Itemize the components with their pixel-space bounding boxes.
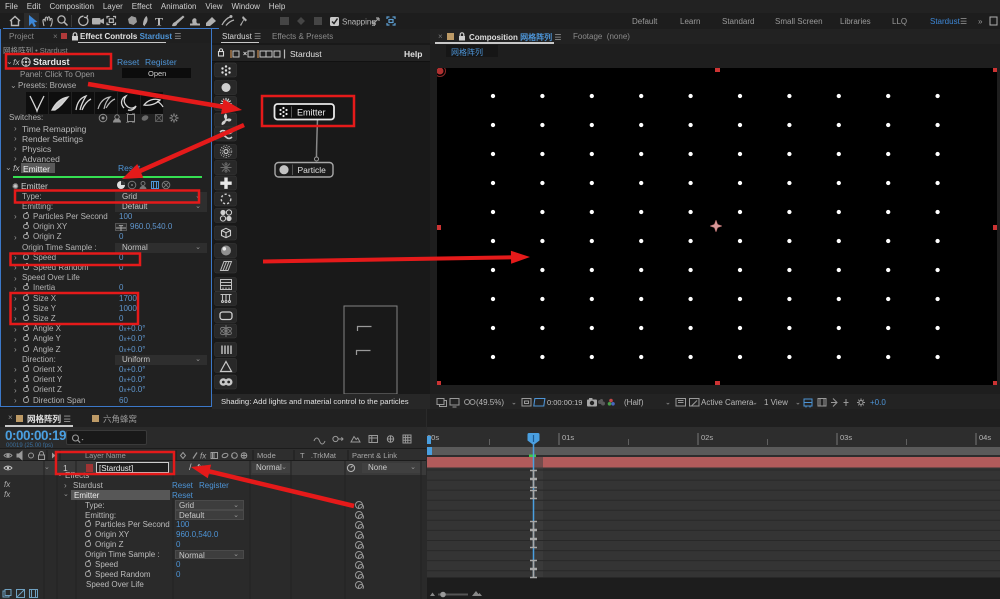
- svg-text:»: »: [978, 17, 983, 26]
- svg-text:⌄: ⌄: [665, 400, 671, 407]
- svg-text:Standard: Standard: [722, 17, 754, 26]
- svg-text:(49.5%): (49.5%): [476, 398, 504, 407]
- svg-text:Layer Name: Layer Name: [85, 451, 126, 460]
- svg-text:Snapping: Snapping: [342, 18, 376, 27]
- svg-text:Libraries: Libraries: [840, 17, 871, 26]
- svg-text:⌄: ⌄: [752, 400, 758, 407]
- svg-text:☰: ☰: [960, 17, 967, 26]
- svg-text:+0.0: +0.0: [870, 398, 886, 407]
- svg-text:⌄: ⌄: [795, 400, 801, 407]
- svg-text:LLQ: LLQ: [892, 17, 907, 26]
- svg-text:T .TrkMat: T .TrkMat: [300, 451, 337, 460]
- svg-text:(Half): (Half): [624, 398, 644, 407]
- svg-text:Emitter: Emitter: [297, 108, 326, 118]
- svg-text:Learn: Learn: [680, 17, 700, 26]
- svg-text:04s: 04s: [979, 433, 991, 442]
- svg-text:⌄: ⌄: [511, 400, 517, 407]
- svg-text:Active Camera: Active Camera: [701, 398, 754, 407]
- svg-text:T: T: [155, 15, 163, 29]
- svg-text:Small Screen: Small Screen: [775, 17, 823, 26]
- svg-text:01s: 01s: [562, 433, 574, 442]
- svg-text:fx: fx: [200, 452, 207, 461]
- svg-text:Parent & Link: Parent & Link: [352, 451, 397, 460]
- svg-text:Default: Default: [632, 17, 658, 26]
- svg-text:1 View: 1 View: [764, 398, 788, 407]
- svg-text:Stardust: Stardust: [930, 17, 961, 26]
- svg-text:Mode: Mode: [257, 451, 276, 460]
- svg-text:0:00:00:19: 0:00:00:19: [547, 398, 582, 407]
- svg-text:02s: 02s: [701, 433, 713, 442]
- svg-text:Particle: Particle: [298, 165, 327, 175]
- svg-text:03s: 03s: [840, 433, 852, 442]
